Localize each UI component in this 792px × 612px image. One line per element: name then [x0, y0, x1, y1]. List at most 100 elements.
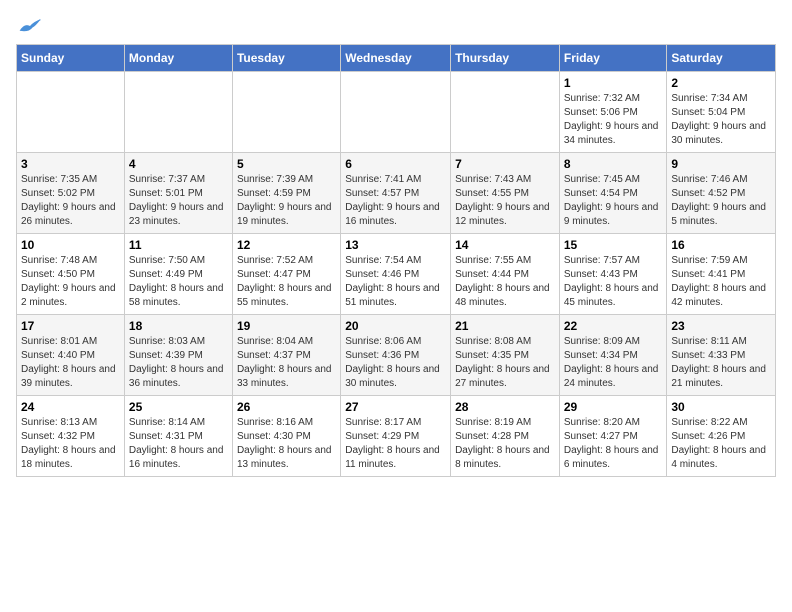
- logo: [16, 16, 42, 36]
- day-info: Sunrise: 7:37 AMSunset: 5:01 PMDaylight:…: [129, 173, 228, 229]
- calendar-cell: 5 Sunrise: 7:39 AMSunset: 4:59 PMDaylight…: [232, 153, 340, 234]
- day-info: Sunrise: 7:48 AMSunset: 4:50 PMDaylight:…: [21, 254, 120, 310]
- day-info: Sunrise: 7:57 AMSunset: 4:43 PMDaylight:…: [564, 254, 663, 310]
- day-info: Sunrise: 7:32 AMSunset: 5:06 PMDaylight:…: [564, 92, 663, 148]
- calendar-cell: [451, 72, 560, 153]
- calendar-cell: 3 Sunrise: 7:35 AMSunset: 5:02 PMDaylight…: [17, 153, 125, 234]
- day-number: 14: [455, 238, 555, 252]
- day-info: Sunrise: 8:22 AMSunset: 4:26 PMDaylight:…: [671, 416, 771, 472]
- day-info: Sunrise: 7:35 AMSunset: 5:02 PMDaylight:…: [21, 173, 120, 229]
- calendar-cell: 9 Sunrise: 7:46 AMSunset: 4:52 PMDaylight…: [667, 153, 776, 234]
- calendar-cell: 22 Sunrise: 8:09 AMSunset: 4:34 PMDayligh…: [559, 315, 667, 396]
- calendar-week-5: 24 Sunrise: 8:13 AMSunset: 4:32 PMDayligh…: [17, 396, 776, 477]
- day-info: Sunrise: 8:01 AMSunset: 4:40 PMDaylight:…: [21, 335, 120, 391]
- calendar-header-saturday: Saturday: [667, 45, 776, 72]
- day-info: Sunrise: 8:09 AMSunset: 4:34 PMDaylight:…: [564, 335, 663, 391]
- calendar-cell: [341, 72, 451, 153]
- page-header: [16, 16, 776, 36]
- day-info: Sunrise: 8:20 AMSunset: 4:27 PMDaylight:…: [564, 416, 663, 472]
- day-number: 30: [671, 400, 771, 414]
- calendar-cell: 13 Sunrise: 7:54 AMSunset: 4:46 PMDayligh…: [341, 234, 451, 315]
- day-number: 17: [21, 319, 120, 333]
- day-number: 23: [671, 319, 771, 333]
- calendar-cell: 19 Sunrise: 8:04 AMSunset: 4:37 PMDayligh…: [232, 315, 340, 396]
- day-number: 1: [564, 76, 663, 90]
- day-number: 10: [21, 238, 120, 252]
- day-number: 24: [21, 400, 120, 414]
- day-info: Sunrise: 7:34 AMSunset: 5:04 PMDaylight:…: [671, 92, 771, 148]
- day-number: 28: [455, 400, 555, 414]
- calendar-header-friday: Friday: [559, 45, 667, 72]
- day-info: Sunrise: 8:03 AMSunset: 4:39 PMDaylight:…: [129, 335, 228, 391]
- calendar-cell: 12 Sunrise: 7:52 AMSunset: 4:47 PMDayligh…: [232, 234, 340, 315]
- day-info: Sunrise: 7:59 AMSunset: 4:41 PMDaylight:…: [671, 254, 771, 310]
- calendar-cell: [17, 72, 125, 153]
- day-info: Sunrise: 7:52 AMSunset: 4:47 PMDaylight:…: [237, 254, 336, 310]
- day-info: Sunrise: 7:43 AMSunset: 4:55 PMDaylight:…: [455, 173, 555, 229]
- calendar-cell: [232, 72, 340, 153]
- calendar-cell: 7 Sunrise: 7:43 AMSunset: 4:55 PMDaylight…: [451, 153, 560, 234]
- day-number: 15: [564, 238, 663, 252]
- day-info: Sunrise: 7:55 AMSunset: 4:44 PMDaylight:…: [455, 254, 555, 310]
- day-info: Sunrise: 7:45 AMSunset: 4:54 PMDaylight:…: [564, 173, 663, 229]
- day-number: 12: [237, 238, 336, 252]
- day-number: 26: [237, 400, 336, 414]
- day-info: Sunrise: 8:13 AMSunset: 4:32 PMDaylight:…: [21, 416, 120, 472]
- calendar-cell: 15 Sunrise: 7:57 AMSunset: 4:43 PMDayligh…: [559, 234, 667, 315]
- calendar-header-wednesday: Wednesday: [341, 45, 451, 72]
- day-info: Sunrise: 8:17 AMSunset: 4:29 PMDaylight:…: [345, 416, 446, 472]
- day-info: Sunrise: 8:08 AMSunset: 4:35 PMDaylight:…: [455, 335, 555, 391]
- day-number: 22: [564, 319, 663, 333]
- day-info: Sunrise: 7:50 AMSunset: 4:49 PMDaylight:…: [129, 254, 228, 310]
- calendar-cell: 27 Sunrise: 8:17 AMSunset: 4:29 PMDayligh…: [341, 396, 451, 477]
- calendar-week-4: 17 Sunrise: 8:01 AMSunset: 4:40 PMDayligh…: [17, 315, 776, 396]
- calendar-cell: 6Sunrise: 7:41 AMSunset: 4:57 PMDaylight…: [341, 153, 451, 234]
- calendar-cell: 11 Sunrise: 7:50 AMSunset: 4:49 PMDayligh…: [124, 234, 232, 315]
- day-number: 19: [237, 319, 336, 333]
- calendar-cell: 24 Sunrise: 8:13 AMSunset: 4:32 PMDayligh…: [17, 396, 125, 477]
- day-number: 3: [21, 157, 120, 171]
- day-number: 8: [564, 157, 663, 171]
- day-info: Sunrise: 8:04 AMSunset: 4:37 PMDaylight:…: [237, 335, 336, 391]
- day-number: 21: [455, 319, 555, 333]
- day-number: 4: [129, 157, 228, 171]
- day-number: 9: [671, 157, 771, 171]
- calendar-cell: 17 Sunrise: 8:01 AMSunset: 4:40 PMDayligh…: [17, 315, 125, 396]
- day-number: 11: [129, 238, 228, 252]
- day-info: Sunrise: 7:41 AMSunset: 4:57 PMDaylight:…: [345, 173, 446, 229]
- day-info: Sunrise: 8:14 AMSunset: 4:31 PMDaylight:…: [129, 416, 228, 472]
- calendar-cell: 20Sunrise: 8:06 AMSunset: 4:36 PMDayligh…: [341, 315, 451, 396]
- calendar-cell: 16 Sunrise: 7:59 AMSunset: 4:41 PMDayligh…: [667, 234, 776, 315]
- calendar-cell: 8 Sunrise: 7:45 AMSunset: 4:54 PMDaylight…: [559, 153, 667, 234]
- day-info: Sunrise: 7:46 AMSunset: 4:52 PMDaylight:…: [671, 173, 771, 229]
- day-info: Sunrise: 8:19 AMSunset: 4:28 PMDaylight:…: [455, 416, 555, 472]
- day-number: 7: [455, 157, 555, 171]
- calendar-cell: 25 Sunrise: 8:14 AMSunset: 4:31 PMDayligh…: [124, 396, 232, 477]
- calendar-header-tuesday: Tuesday: [232, 45, 340, 72]
- calendar-cell: 23 Sunrise: 8:11 AMSunset: 4:33 PMDayligh…: [667, 315, 776, 396]
- day-number: 13: [345, 238, 446, 252]
- day-number: 29: [564, 400, 663, 414]
- calendar-cell: 28 Sunrise: 8:19 AMSunset: 4:28 PMDayligh…: [451, 396, 560, 477]
- day-number: 18: [129, 319, 228, 333]
- calendar-header-row: SundayMondayTuesdayWednesdayThursdayFrid…: [17, 45, 776, 72]
- calendar-header-sunday: Sunday: [17, 45, 125, 72]
- day-number: 5: [237, 157, 336, 171]
- calendar-week-3: 10 Sunrise: 7:48 AMSunset: 4:50 PMDayligh…: [17, 234, 776, 315]
- day-info: Sunrise: 7:39 AMSunset: 4:59 PMDaylight:…: [237, 173, 336, 229]
- day-info: Sunrise: 8:16 AMSunset: 4:30 PMDaylight:…: [237, 416, 336, 472]
- day-number: 16: [671, 238, 771, 252]
- day-info: Sunrise: 7:54 AMSunset: 4:46 PMDaylight:…: [345, 254, 446, 310]
- calendar-header-monday: Monday: [124, 45, 232, 72]
- day-number: 25: [129, 400, 228, 414]
- calendar-header-thursday: Thursday: [451, 45, 560, 72]
- calendar-cell: 14 Sunrise: 7:55 AMSunset: 4:44 PMDayligh…: [451, 234, 560, 315]
- calendar-cell: 29 Sunrise: 8:20 AMSunset: 4:27 PMDayligh…: [559, 396, 667, 477]
- day-info: Sunrise: 8:11 AMSunset: 4:33 PMDaylight:…: [671, 335, 771, 391]
- calendar-cell: 21 Sunrise: 8:08 AMSunset: 4:35 PMDayligh…: [451, 315, 560, 396]
- calendar: SundayMondayTuesdayWednesdayThursdayFrid…: [16, 44, 776, 477]
- day-number: 2: [671, 76, 771, 90]
- day-number: 27: [345, 400, 446, 414]
- calendar-cell: 10 Sunrise: 7:48 AMSunset: 4:50 PMDayligh…: [17, 234, 125, 315]
- calendar-week-1: 1 Sunrise: 7:32 AMSunset: 5:06 PMDaylight…: [17, 72, 776, 153]
